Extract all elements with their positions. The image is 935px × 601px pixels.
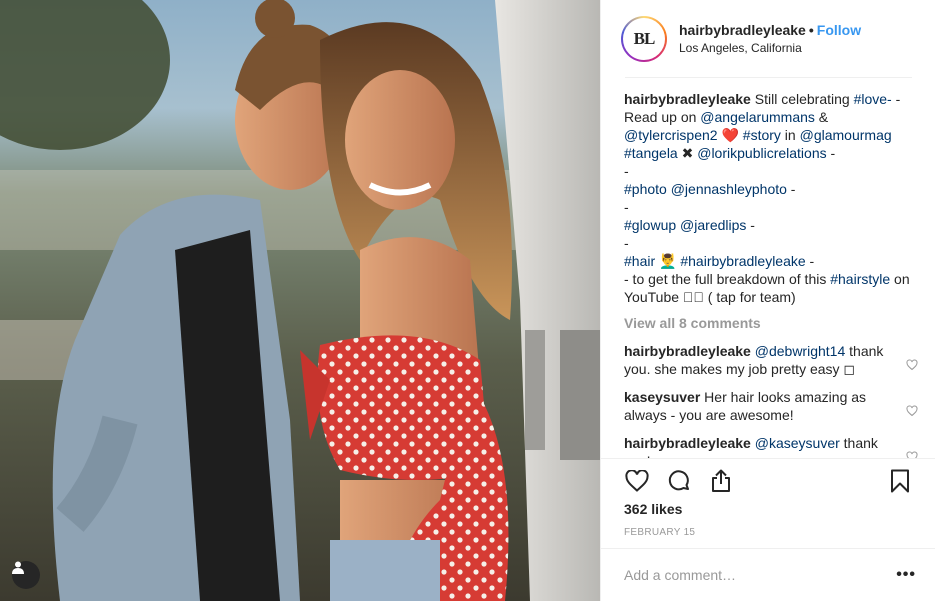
heart-icon[interactable]: [906, 451, 918, 458]
save-button[interactable]: [886, 467, 914, 495]
view-all-comments-link[interactable]: View all 8 comments: [624, 314, 920, 332]
caption-mention[interactable]: @jennashleyphoto: [671, 181, 787, 197]
caption-text: Still celebrating: [750, 91, 854, 107]
separator-dot: •: [808, 22, 814, 38]
caption-text: - to get the full breakdown of this: [624, 271, 831, 287]
caption-text: -: [805, 253, 815, 269]
comments-section: hairbybradleyleake Still celebrating #lo…: [624, 90, 920, 458]
caption-mention[interactable]: @angelarummans: [700, 109, 815, 125]
action-bar: 362 likes February 15: [601, 458, 935, 554]
comment-username[interactable]: hairbybradleyleake: [624, 343, 751, 359]
post-photo[interactable]: [0, 0, 600, 601]
caption-mention[interactable]: @tylercrispen2: [624, 127, 718, 143]
caption-mention[interactable]: @jaredlips: [680, 217, 746, 233]
username-link[interactable]: hairbybradleyleake: [679, 22, 806, 38]
share-icon: [712, 469, 730, 492]
caption-mention[interactable]: @glamourmag: [800, 127, 892, 143]
heart-icon[interactable]: [906, 405, 918, 417]
like-button[interactable]: [623, 467, 651, 495]
caption-text: ✖: [677, 145, 698, 161]
comment-username[interactable]: hairbybradleyleake: [624, 435, 751, 451]
heart-icon[interactable]: [906, 359, 918, 371]
follow-button[interactable]: Follow: [817, 22, 861, 38]
avatar-story-ring[interactable]: BL: [621, 16, 667, 62]
instagram-post: BL hairbybradleyleake • Follow Los Angeles…: [0, 0, 935, 601]
user-tag-button[interactable]: [12, 561, 40, 589]
comment-username[interactable]: kaseysuver: [624, 389, 700, 405]
caption-hashtag[interactable]: #hair: [624, 253, 655, 269]
bookmark-icon: [891, 469, 909, 493]
caption-text: ❤️: [717, 127, 743, 143]
comment-mention[interactable]: @kaseysuver: [755, 435, 840, 451]
caption-hashtag[interactable]: #hairstyle: [830, 271, 890, 287]
caption-text: -: [624, 163, 629, 179]
comment-item: hairbybradleyleake @debwright14 thank yo…: [624, 342, 920, 378]
caption-text: &: [814, 109, 829, 125]
caption-hashtag[interactable]: #photo: [624, 181, 667, 197]
user-tag-icon: [12, 561, 24, 574]
comment-mention[interactable]: @debwright14: [755, 343, 846, 359]
post-sidebar: BL hairbybradleyleake • Follow Los Angeles…: [600, 0, 935, 601]
heart-icon: [625, 470, 649, 492]
post-date[interactable]: February 15: [624, 527, 695, 538]
post-caption: hairbybradleyleake Still celebrating #lo…: [624, 90, 920, 306]
location-link[interactable]: Los Angeles, California: [679, 39, 861, 57]
comment-input[interactable]: Add a comment…: [624, 567, 896, 583]
caption-text: -: [624, 199, 629, 215]
more-options-button[interactable]: •••: [896, 566, 916, 584]
caption-hashtag[interactable]: #love-: [854, 91, 892, 107]
caption-text: -: [786, 181, 796, 197]
caption-hashtag[interactable]: #story: [743, 127, 781, 143]
caption-text: -: [746, 217, 755, 233]
caption-text: -: [624, 235, 629, 251]
caption-username[interactable]: hairbybradleyleake: [624, 91, 751, 107]
caption-text: in: [780, 127, 800, 143]
caption-mention[interactable]: @lorikpublicrelations: [697, 145, 826, 161]
add-comment-bar: Add a comment… •••: [601, 548, 935, 601]
caption-hashtag[interactable]: #hairbybradleyleake: [680, 253, 805, 269]
likes-count[interactable]: 362 likes: [624, 501, 682, 517]
caption-text: 💆‍♂️: [655, 253, 681, 269]
comment-icon: [668, 470, 689, 491]
photo-illustration: [0, 0, 600, 601]
header-text: hairbybradleyleake • Follow Los Angeles, C…: [679, 21, 861, 57]
post-header: BL hairbybradleyleake • Follow Los Angeles…: [601, 0, 935, 78]
share-button[interactable]: [707, 467, 735, 495]
avatar: BL: [623, 18, 665, 60]
action-icons: [623, 467, 735, 495]
comment-item: kaseysuver Her hair looks amazing as alw…: [624, 388, 920, 424]
caption-hashtag[interactable]: #glowup: [624, 217, 676, 233]
comment-item: hairbybradleyleake @kaseysuver thank you…: [624, 434, 920, 458]
comment-button[interactable]: [665, 467, 693, 495]
caption-hashtag[interactable]: #tangela: [624, 145, 678, 161]
caption-text: -: [826, 145, 836, 161]
